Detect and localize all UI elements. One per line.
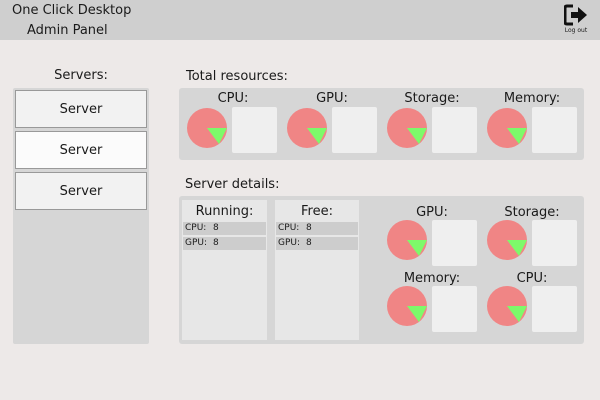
free-gpu-value: 8: [306, 238, 312, 248]
total-memory-pie: [487, 108, 527, 148]
total-cpu-label: CPU:: [217, 91, 249, 106]
free-column: Free: CPU: 8 GPU: 8: [275, 200, 359, 340]
detail-cpu-tile: [532, 286, 577, 332]
logout-button[interactable]: Log out: [558, 4, 594, 38]
detail-cpu-label: CPU:: [516, 271, 548, 286]
free-cpu-value: 8: [306, 223, 312, 233]
server-item-3[interactable]: Server: [15, 172, 147, 210]
detail-storage-pie: [487, 220, 527, 260]
free-gpu-key: GPU:: [278, 238, 301, 248]
servers-panel: Server Server Server: [13, 88, 149, 344]
app-header: One Click Desktop Admin Panel Log out: [0, 0, 600, 40]
running-cpu-key: CPU:: [185, 223, 207, 233]
running-gpu-value: 8: [213, 238, 219, 248]
free-cpu-key: CPU:: [278, 223, 300, 233]
total-storage-pie: [387, 108, 427, 148]
total-memory-tile: [532, 107, 577, 153]
app-title: One Click Desktop: [12, 3, 132, 18]
detail-gpu-label: GPU:: [416, 205, 448, 220]
running-cpu-value: 8: [213, 223, 219, 233]
total-cpu-pie: [187, 108, 227, 148]
detail-cpu-pie: [487, 286, 527, 326]
free-row-cpu: CPU: 8: [276, 222, 358, 235]
total-storage-label: Storage:: [404, 91, 460, 106]
total-memory-label: Memory:: [503, 91, 561, 106]
running-title: Running:: [195, 204, 254, 219]
detail-gpu-pie: [387, 220, 427, 260]
detail-storage-tile: [532, 220, 577, 266]
total-resources-panel: CPU: GPU: Storage: Memory:: [179, 88, 584, 160]
free-row-gpu: GPU: 8: [276, 237, 358, 250]
server-item-2[interactable]: Server: [15, 131, 147, 169]
server-details-title: Server details:: [185, 177, 280, 192]
free-title: Free:: [301, 204, 333, 219]
running-row-gpu: GPU: 8: [183, 237, 266, 250]
detail-memory-tile: [432, 286, 477, 332]
logout-icon: [564, 4, 587, 26]
running-row-cpu: CPU: 8: [183, 222, 266, 235]
detail-memory-label: Memory:: [403, 271, 461, 286]
app-subtitle: Admin Panel: [27, 23, 108, 38]
total-gpu-label: GPU:: [316, 91, 348, 106]
total-gpu-tile: [332, 107, 377, 153]
server-item-1[interactable]: Server: [15, 90, 147, 128]
servers-title: Servers:: [54, 68, 108, 83]
total-gpu-pie: [287, 108, 327, 148]
detail-memory-pie: [387, 286, 427, 326]
running-gpu-key: GPU:: [185, 238, 208, 248]
detail-storage-label: Storage:: [504, 205, 560, 220]
total-cpu-tile: [232, 107, 277, 153]
detail-gpu-tile: [432, 220, 477, 266]
running-column: Running: CPU: 8 GPU: 8: [182, 200, 267, 340]
logout-label: Log out: [564, 27, 588, 34]
total-resources-title: Total resources:: [186, 69, 288, 84]
server-details-panel: Running: CPU: 8 GPU: 8 Free: CPU: 8 GPU: 8 G…: [179, 196, 584, 344]
total-storage-tile: [432, 107, 477, 153]
